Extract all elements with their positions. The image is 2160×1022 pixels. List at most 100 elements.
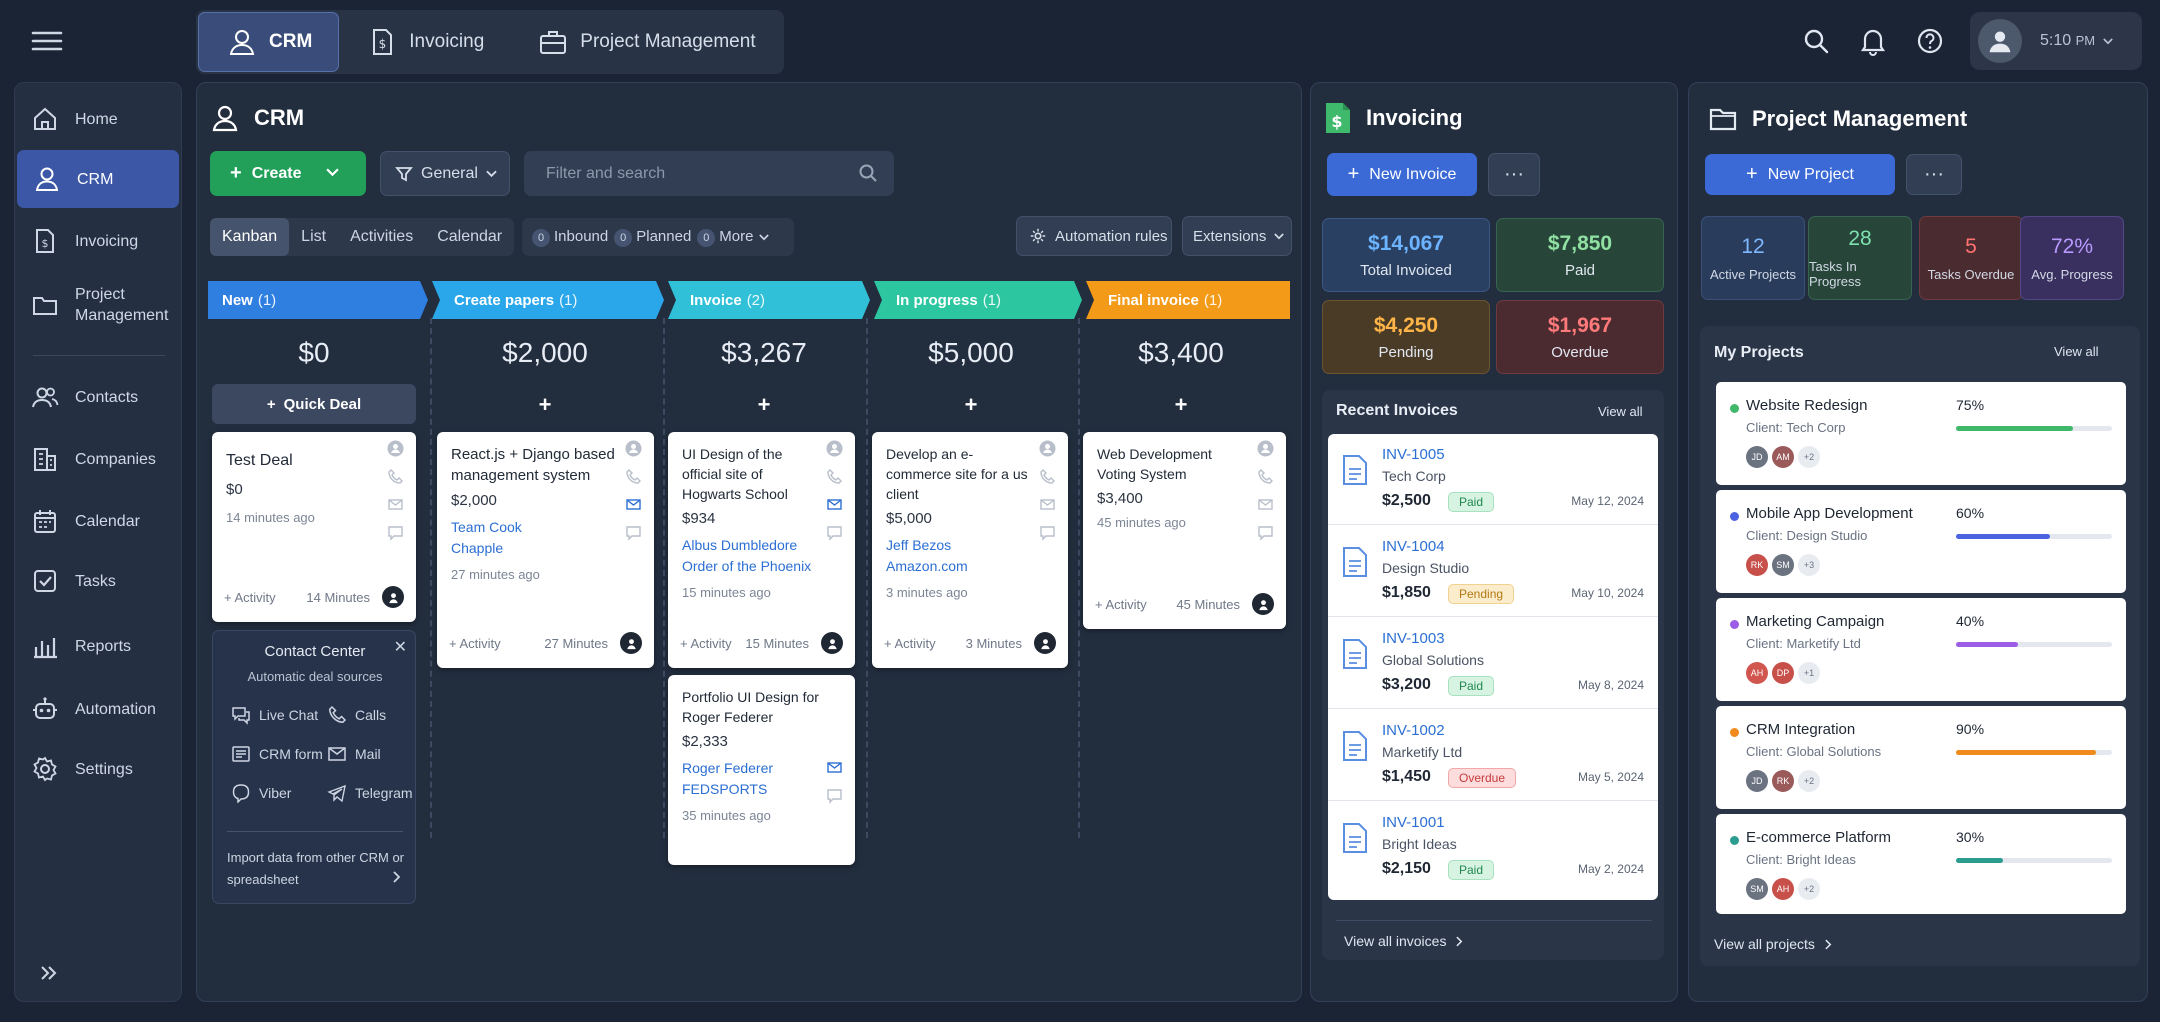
source-crm-form[interactable]: CRM form — [231, 744, 323, 764]
invoice-row[interactable]: INV-1001 Bright Ideas $2,150 Paid May 2,… — [1328, 802, 1658, 893]
project-card[interactable]: Marketing Campaign Client: Marketify Ltd… — [1716, 598, 2126, 701]
expand-sidebar-icon[interactable] — [37, 961, 61, 985]
chat-icon[interactable] — [1039, 524, 1056, 541]
tab-project-management[interactable]: Project Management — [510, 12, 781, 72]
add-activity-link[interactable]: + Activity — [1095, 597, 1147, 612]
chip-more[interactable]: 0 More — [697, 228, 753, 247]
phone-icon[interactable] — [387, 468, 404, 485]
chip-inbound[interactable]: 0 Inbound — [532, 228, 608, 247]
contact-link[interactable]: Roger Federer — [682, 758, 821, 779]
source-live-chat[interactable]: Live Chat — [231, 705, 318, 725]
add-deal-button[interactable]: + — [870, 392, 1072, 418]
mail-icon[interactable] — [625, 496, 642, 513]
sidebar-item-companies[interactable]: Companies — [15, 431, 183, 487]
chip-planned[interactable]: 0 Planned — [614, 228, 691, 247]
deal-card[interactable]: Test Deal $0 14 minutes ago + Activity 14… — [212, 432, 416, 622]
help-icon[interactable] — [1915, 26, 1945, 56]
invoice-row[interactable]: INV-1003 Global Solutions $3,200 Paid Ma… — [1328, 618, 1658, 709]
tab-list[interactable]: List — [289, 218, 338, 256]
phone-icon[interactable] — [826, 468, 843, 485]
sidebar-item-project-management[interactable]: Project Management — [15, 273, 183, 337]
source-viber[interactable]: Viber — [231, 783, 291, 803]
invoice-number[interactable]: INV-1001 — [1382, 814, 1445, 831]
view-all-link[interactable]: View all — [2054, 344, 2099, 359]
user-profile[interactable]: 5:10 PM — [1970, 12, 2142, 70]
add-deal-button[interactable]: + — [666, 392, 862, 418]
search-input[interactable]: Filter and search — [524, 151, 894, 196]
more-options-button[interactable]: ··· — [1906, 154, 1962, 195]
add-activity-link[interactable]: + Activity — [224, 590, 276, 605]
deal-card[interactable]: UI Design of the official site of Hogwar… — [668, 432, 855, 668]
deal-card[interactable]: React.js + Django based management syste… — [437, 432, 654, 668]
project-card[interactable]: Website Redesign Client: Tech Corp 75% J… — [1716, 382, 2126, 485]
deal-card[interactable]: Develop an e-commerce site for a us clie… — [872, 432, 1068, 668]
sidebar-item-crm[interactable]: CRM — [17, 150, 179, 208]
deal-card[interactable]: Portfolio UI Design for Roger Federer $2… — [668, 675, 855, 865]
bell-icon[interactable] — [1858, 26, 1888, 56]
automation-rules-button[interactable]: Automation rules — [1016, 216, 1172, 256]
stage-new[interactable]: New (1) — [208, 281, 276, 319]
phone-icon[interactable] — [1039, 468, 1056, 485]
mail-icon[interactable] — [387, 496, 404, 513]
phone-icon[interactable] — [625, 468, 642, 485]
mail-icon[interactable] — [1257, 496, 1274, 513]
invoice-number[interactable]: INV-1005 — [1382, 446, 1445, 463]
stage-invoice[interactable]: Invoice (2) — [676, 281, 765, 319]
more-options-button[interactable]: ··· — [1488, 153, 1540, 196]
add-activity-link[interactable]: + Activity — [449, 636, 501, 651]
invoice-number[interactable]: INV-1003 — [1382, 630, 1445, 647]
stage-in-progress[interactable]: In progress (1) — [882, 281, 1001, 319]
contact-link[interactable]: Jeff Bezos — [886, 535, 1034, 556]
search-icon[interactable] — [1801, 26, 1831, 56]
add-activity-link[interactable]: + Activity — [884, 636, 936, 651]
company-link[interactable]: Chapple — [451, 538, 620, 559]
invoice-number[interactable]: INV-1004 — [1382, 538, 1445, 555]
source-telegram[interactable]: Telegram — [327, 783, 413, 803]
invoice-row[interactable]: INV-1005 Tech Corp $2,500 Paid May 12, 2… — [1328, 434, 1658, 525]
new-invoice-button[interactable]: + New Invoice — [1327, 153, 1477, 196]
project-card[interactable]: Mobile App Development Client: Design St… — [1716, 490, 2126, 593]
add-deal-button[interactable]: + — [1082, 392, 1280, 418]
contact-link[interactable]: Team Cook — [451, 517, 620, 538]
sidebar-item-invoicing[interactable]: $ Invoicing — [15, 213, 183, 269]
mail-icon[interactable] — [1039, 496, 1056, 513]
sidebar-item-home[interactable]: Home — [15, 91, 183, 147]
company-link[interactable]: Order of the Phoenix — [682, 556, 821, 577]
sidebar-item-settings[interactable]: Settings — [15, 741, 183, 797]
tab-crm[interactable]: CRM — [198, 12, 340, 72]
invoice-row[interactable]: INV-1004 Design Studio $1,850 Pending Ma… — [1328, 526, 1658, 617]
create-button[interactable]: + Create — [210, 151, 366, 196]
deal-card[interactable]: Web Development Voting System $3,400 45 … — [1083, 432, 1286, 629]
chat-icon[interactable] — [1257, 524, 1274, 541]
tab-kanban[interactable]: Kanban — [210, 218, 290, 256]
chat-icon[interactable] — [826, 524, 843, 541]
sidebar-item-automation[interactable]: Automation — [15, 681, 183, 737]
tab-calendar[interactable]: Calendar — [425, 218, 514, 256]
chat-icon[interactable] — [387, 524, 404, 541]
view-all-projects-link[interactable]: View all projects — [1714, 936, 1832, 952]
extensions-button[interactable]: Extensions — [1182, 216, 1292, 256]
sidebar-item-tasks[interactable]: Tasks — [15, 553, 183, 609]
pipeline-select[interactable]: General — [380, 151, 510, 196]
project-card[interactable]: CRM Integration Client: Global Solutions… — [1716, 706, 2126, 809]
project-card[interactable]: E-commerce Platform Client: Bright Ideas… — [1716, 814, 2126, 914]
stage-create-papers[interactable]: Create papers (1) — [440, 281, 577, 319]
import-data-link[interactable]: Import data from other CRM or spreadsheet — [227, 847, 404, 891]
company-link[interactable]: Amazon.com — [886, 556, 1034, 577]
source-mail[interactable]: Mail — [327, 744, 381, 764]
search-icon[interactable] — [858, 163, 878, 183]
source-calls[interactable]: Calls — [327, 705, 386, 725]
tab-invoicing[interactable]: $ Invoicing — [339, 12, 510, 72]
stage-final-invoice[interactable]: Final invoice (1) — [1094, 281, 1222, 319]
invoice-row[interactable]: INV-1002 Marketify Ltd $1,450 Overdue Ma… — [1328, 710, 1658, 801]
phone-icon[interactable] — [1257, 468, 1274, 485]
add-activity-link[interactable]: + Activity — [680, 636, 732, 651]
sidebar-item-reports[interactable]: Reports — [15, 618, 183, 674]
quick-deal-button[interactable]: + Quick Deal — [212, 384, 416, 424]
mail-icon[interactable] — [826, 496, 843, 513]
add-deal-button[interactable]: + — [434, 392, 656, 418]
menu-icon[interactable] — [30, 26, 64, 56]
chat-icon[interactable] — [826, 787, 843, 804]
contact-link[interactable]: Albus Dumbledore — [682, 535, 821, 556]
tab-activities[interactable]: Activities — [338, 218, 425, 256]
